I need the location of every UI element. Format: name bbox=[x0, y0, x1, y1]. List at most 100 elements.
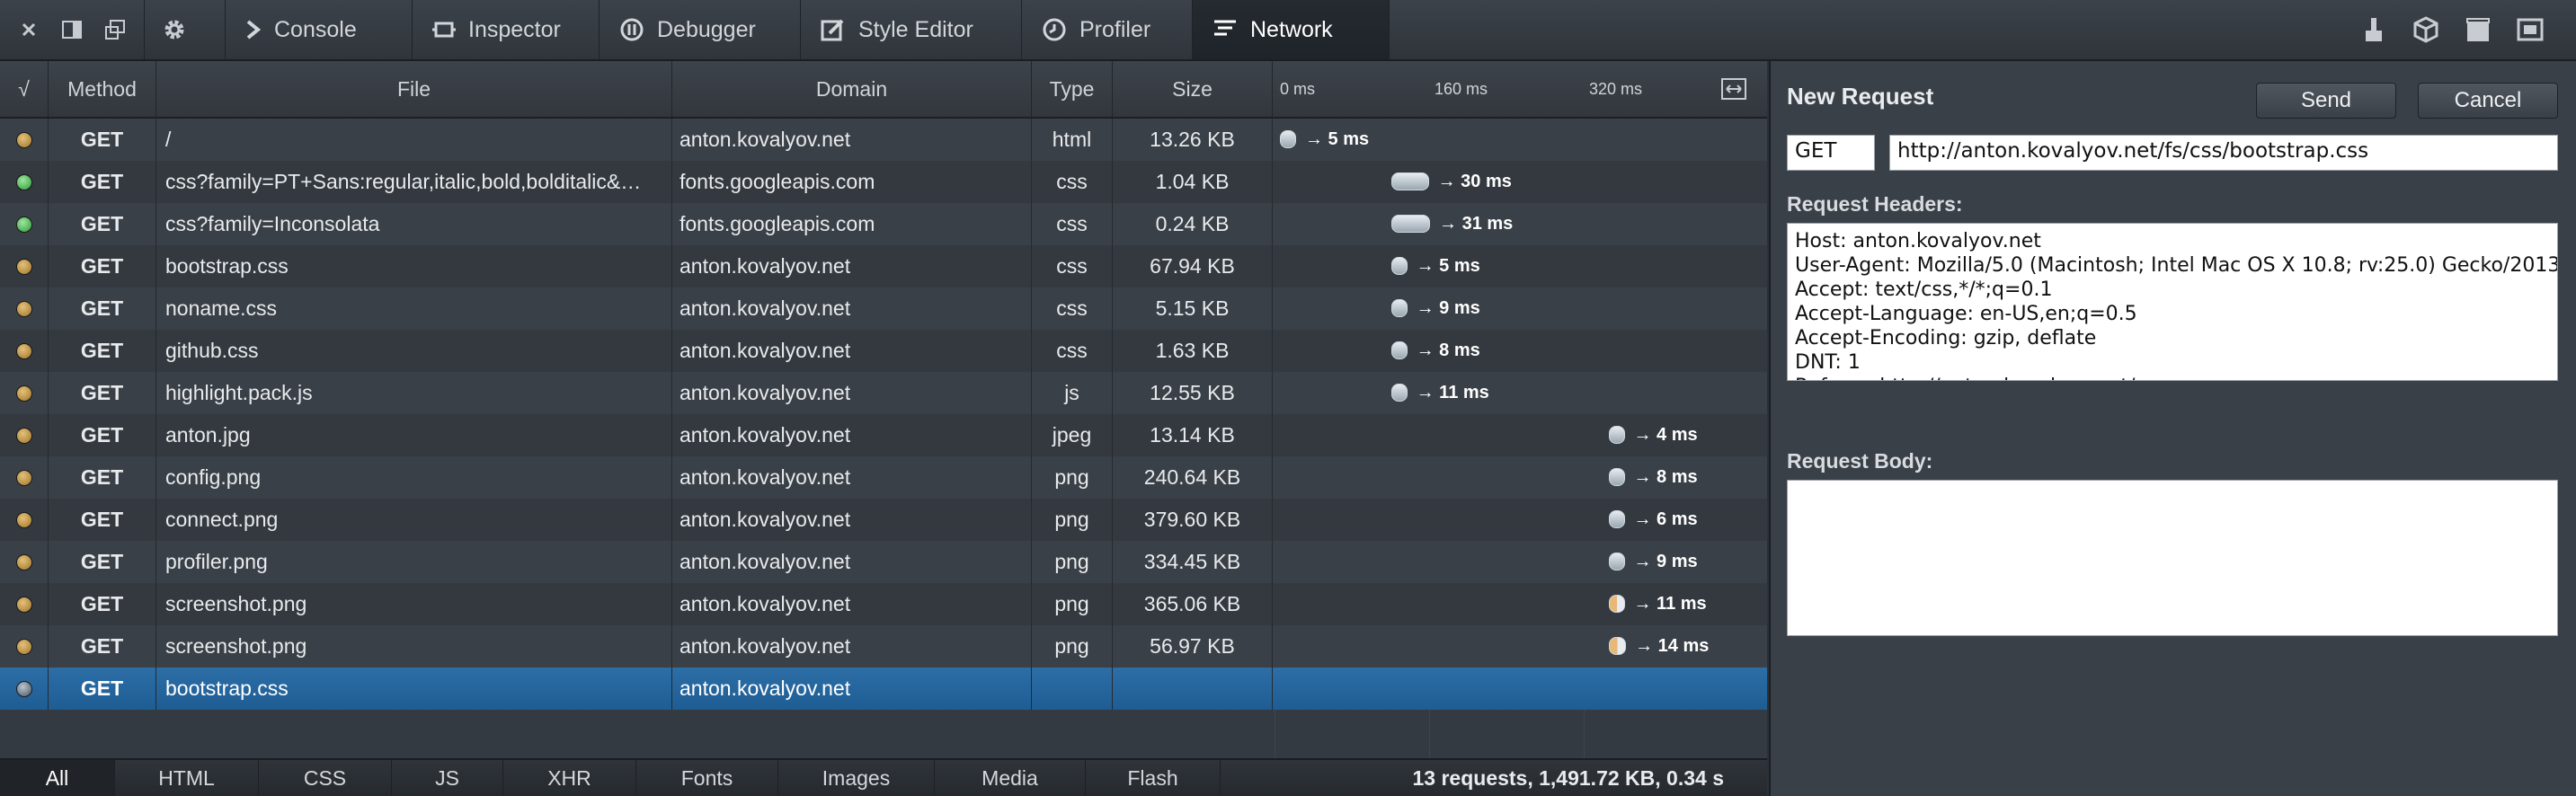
size-cell: 13.14 KB bbox=[1113, 414, 1273, 456]
table-row[interactable]: GET profiler.png anton.kovalyov.net png 334.… bbox=[0, 541, 1767, 583]
gear-icon[interactable] bbox=[144, 0, 203, 59]
file-cell: config.png bbox=[156, 456, 672, 499]
table-row[interactable]: GET bootstrap.css anton.kovalyov.net css 67.… bbox=[0, 245, 1767, 287]
header-check[interactable]: √ bbox=[0, 61, 49, 117]
type-cell: png bbox=[1032, 541, 1113, 583]
timing-bar bbox=[1608, 637, 1627, 655]
file-cell: anton.jpg bbox=[156, 414, 672, 456]
tab-inspector[interactable]: Inspector bbox=[412, 0, 599, 59]
type-cell: css bbox=[1032, 161, 1113, 203]
url-field[interactable]: http://anton.kovalyov.net/fs/css/bootstr… bbox=[1889, 135, 2558, 171]
file-cell: screenshot.png bbox=[156, 625, 672, 668]
timing-label: → 9 ms bbox=[1633, 552, 1698, 571]
dock-side-icon[interactable] bbox=[56, 0, 88, 59]
table-row[interactable]: GET css?family=PT+Sans:regular,italic,bol… bbox=[0, 161, 1767, 203]
new-request-title: New Request bbox=[1787, 83, 1934, 110]
network-icon bbox=[1212, 19, 1238, 40]
status-dot-icon bbox=[15, 596, 32, 613]
table-row[interactable]: GET css?family=Inconsolata fonts.googleapi… bbox=[0, 203, 1767, 245]
table-row[interactable]: GET / anton.kovalyov.net html 13.26 KB → 5 ms bbox=[0, 119, 1767, 161]
paint-brush-icon[interactable] bbox=[2360, 16, 2387, 43]
domain-cell: anton.kovalyov.net bbox=[672, 456, 1032, 499]
table-row[interactable]: GET config.png anton.kovalyov.net png 240.64… bbox=[0, 456, 1767, 499]
method-cell: GET bbox=[49, 583, 156, 625]
filter-all[interactable]: All bbox=[0, 760, 115, 796]
header-method[interactable]: Method bbox=[49, 61, 156, 117]
type-cell bbox=[1032, 668, 1113, 710]
table-row[interactable]: GET highlight.pack.js anton.kovalyov.net js… bbox=[0, 372, 1767, 414]
status-dot-cell bbox=[0, 583, 49, 625]
request-headers-label: Request Headers: bbox=[1787, 192, 1963, 216]
filter-fonts[interactable]: Fonts bbox=[636, 760, 778, 796]
timing-label: → 4 ms bbox=[1633, 425, 1698, 445]
status-dot-icon bbox=[15, 131, 32, 148]
tab-console-label: Console bbox=[274, 16, 357, 42]
table-row[interactable]: GET screenshot.png anton.kovalyov.net png 36… bbox=[0, 583, 1767, 625]
type-cell: png bbox=[1032, 625, 1113, 668]
table-row[interactable]: GET bootstrap.css anton.kovalyov.net bbox=[0, 668, 1767, 710]
status-dot-icon bbox=[15, 680, 32, 697]
type-cell: js bbox=[1032, 372, 1113, 414]
method-field[interactable]: GET bbox=[1787, 135, 1875, 171]
tab-style-editor[interactable]: Style Editor bbox=[800, 0, 1021, 59]
3d-view-icon[interactable] bbox=[2412, 16, 2439, 43]
filter-html[interactable]: HTML bbox=[115, 760, 259, 796]
timing-label: → 31 ms bbox=[1439, 214, 1514, 234]
header-domain[interactable]: Domain bbox=[672, 61, 1032, 117]
status-dot-cell bbox=[0, 245, 49, 287]
send-button[interactable]: Send bbox=[2256, 83, 2396, 119]
scratchpad-icon[interactable] bbox=[2465, 16, 2492, 43]
filter-xhr[interactable]: XHR bbox=[503, 760, 636, 796]
status-dot-cell bbox=[0, 541, 49, 583]
tab-debugger-label: Debugger bbox=[657, 16, 756, 42]
filter-css[interactable]: CSS bbox=[259, 760, 392, 796]
size-cell: 379.60 KB bbox=[1113, 499, 1273, 541]
table-row[interactable]: GET screenshot.png anton.kovalyov.net png 56… bbox=[0, 625, 1767, 668]
file-cell: css?family=PT+Sans:regular,italic,bold,b… bbox=[156, 161, 672, 203]
tab-profiler[interactable]: Profiler bbox=[1021, 0, 1192, 59]
close-icon[interactable] bbox=[13, 0, 45, 59]
timing-label: → 5 ms bbox=[1416, 256, 1480, 276]
new-request-panel: New Request Send Cancel GET http://anton… bbox=[1769, 61, 2576, 796]
timing-label: → 11 ms bbox=[1416, 383, 1489, 402]
filter-images[interactable]: Images bbox=[778, 760, 935, 796]
filter-js[interactable]: JS bbox=[392, 760, 503, 796]
size-cell: 365.06 KB bbox=[1113, 583, 1273, 625]
tab-network[interactable]: Network bbox=[1192, 0, 1390, 59]
status-dot-icon bbox=[15, 342, 32, 359]
status-dot-icon bbox=[15, 300, 32, 317]
timeline-tick-320: 320 ms bbox=[1589, 79, 1643, 98]
timing-label: → 8 ms bbox=[1416, 341, 1480, 360]
table-row[interactable]: GET anton.jpg anton.kovalyov.net jpeg 13.14 … bbox=[0, 414, 1767, 456]
responsive-design-icon[interactable] bbox=[2517, 16, 2544, 43]
timeline-tick-0: 0 ms bbox=[1280, 79, 1316, 98]
file-cell: profiler.png bbox=[156, 541, 672, 583]
expand-timeline-icon[interactable] bbox=[1720, 77, 1747, 105]
file-cell: bootstrap.css bbox=[156, 668, 672, 710]
status-dot-cell bbox=[0, 668, 49, 710]
filter-flash[interactable]: Flash bbox=[1086, 760, 1221, 796]
size-cell bbox=[1113, 668, 1273, 710]
tab-debugger[interactable]: Debugger bbox=[599, 0, 800, 59]
header-type[interactable]: Type bbox=[1032, 61, 1113, 117]
header-size[interactable]: Size bbox=[1113, 61, 1273, 117]
devtools-toolbar: Console Inspector Debugger Style Editor … bbox=[0, 0, 2576, 61]
edit-icon bbox=[821, 17, 846, 42]
request-headers-field[interactable]: Host: anton.kovalyov.net User-Agent: Moz… bbox=[1787, 223, 2558, 381]
separate-window-icon[interactable] bbox=[99, 0, 131, 59]
type-cell: png bbox=[1032, 499, 1113, 541]
table-header: √ Method File Domain Type Size 0 ms 160 … bbox=[0, 61, 1767, 119]
status-dot-icon bbox=[15, 469, 32, 486]
chevron-right-icon bbox=[245, 19, 262, 40]
domain-cell: anton.kovalyov.net bbox=[672, 625, 1032, 668]
tab-console[interactable]: Console bbox=[225, 0, 412, 59]
filter-media[interactable]: Media bbox=[935, 760, 1086, 796]
table-row[interactable]: GET connect.png anton.kovalyov.net png 379.6… bbox=[0, 499, 1767, 541]
request-body-field[interactable] bbox=[1787, 480, 2558, 636]
header-file[interactable]: File bbox=[156, 61, 672, 117]
table-row[interactable]: GET noname.css anton.kovalyov.net css 5.15 K… bbox=[0, 287, 1767, 330]
table-row[interactable]: GET github.css anton.kovalyov.net css 1.63 K… bbox=[0, 330, 1767, 372]
timeline-tick-160: 160 ms bbox=[1435, 79, 1488, 98]
cancel-button[interactable]: Cancel bbox=[2418, 83, 2558, 119]
timing-bar bbox=[1608, 468, 1625, 486]
